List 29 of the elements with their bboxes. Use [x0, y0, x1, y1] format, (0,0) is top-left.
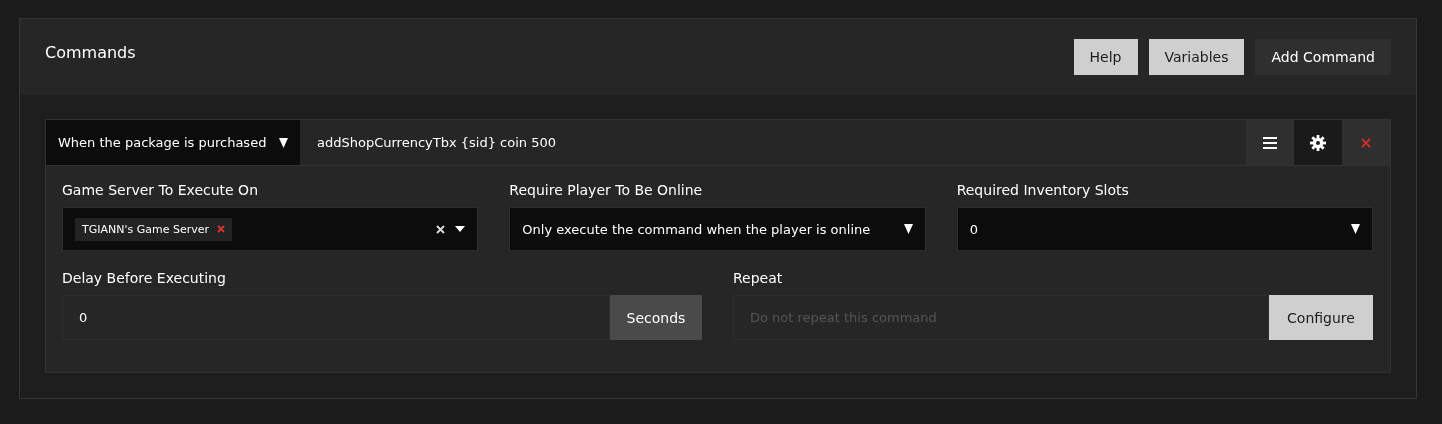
gear-icon — [1310, 134, 1326, 151]
command-text[interactable]: addShopCurrencyTbx {sid} coin 500 — [317, 135, 556, 150]
header-button[interactable]: Variables — [1148, 38, 1245, 75]
caret-icon — [1351, 224, 1360, 234]
clear-icon[interactable] — [436, 224, 446, 234]
header-button[interactable]: Add Command — [1255, 38, 1391, 75]
unit-button[interactable]: Seconds — [610, 295, 702, 340]
trigger-select[interactable]: When the package is purchased — [46, 120, 300, 165]
server-select[interactable]: TGIANN's Game Server — [62, 207, 479, 251]
configure-button[interactable]: Configure — [1269, 295, 1373, 340]
menu-button[interactable] — [1246, 120, 1294, 165]
field-label: Require Player To Be Online — [509, 182, 704, 198]
field-label: Required Inventory Slots — [956, 182, 1130, 198]
header-button[interactable]: Help — [1073, 38, 1138, 75]
panel-title: Commands — [45, 42, 136, 62]
server-tag: TGIANN's Game Server — [75, 217, 233, 241]
settings-button[interactable] — [1294, 120, 1342, 165]
menu-icon — [1263, 136, 1277, 149]
select-field[interactable]: Only execute the command when the player is online — [509, 207, 926, 251]
field-label: Repeat — [733, 270, 784, 286]
caret-icon — [279, 137, 288, 148]
caret-icon — [903, 224, 913, 234]
close-icon — [1361, 137, 1371, 148]
field-label: Game Server To Execute On — [62, 182, 259, 198]
field-label: Delay Before Executing — [62, 270, 227, 286]
input-field[interactable]: 0 — [62, 295, 610, 340]
select-field[interactable]: 0 — [956, 207, 1373, 251]
caret-icon[interactable] — [455, 226, 466, 232]
remove-icon[interactable] — [217, 225, 226, 233]
